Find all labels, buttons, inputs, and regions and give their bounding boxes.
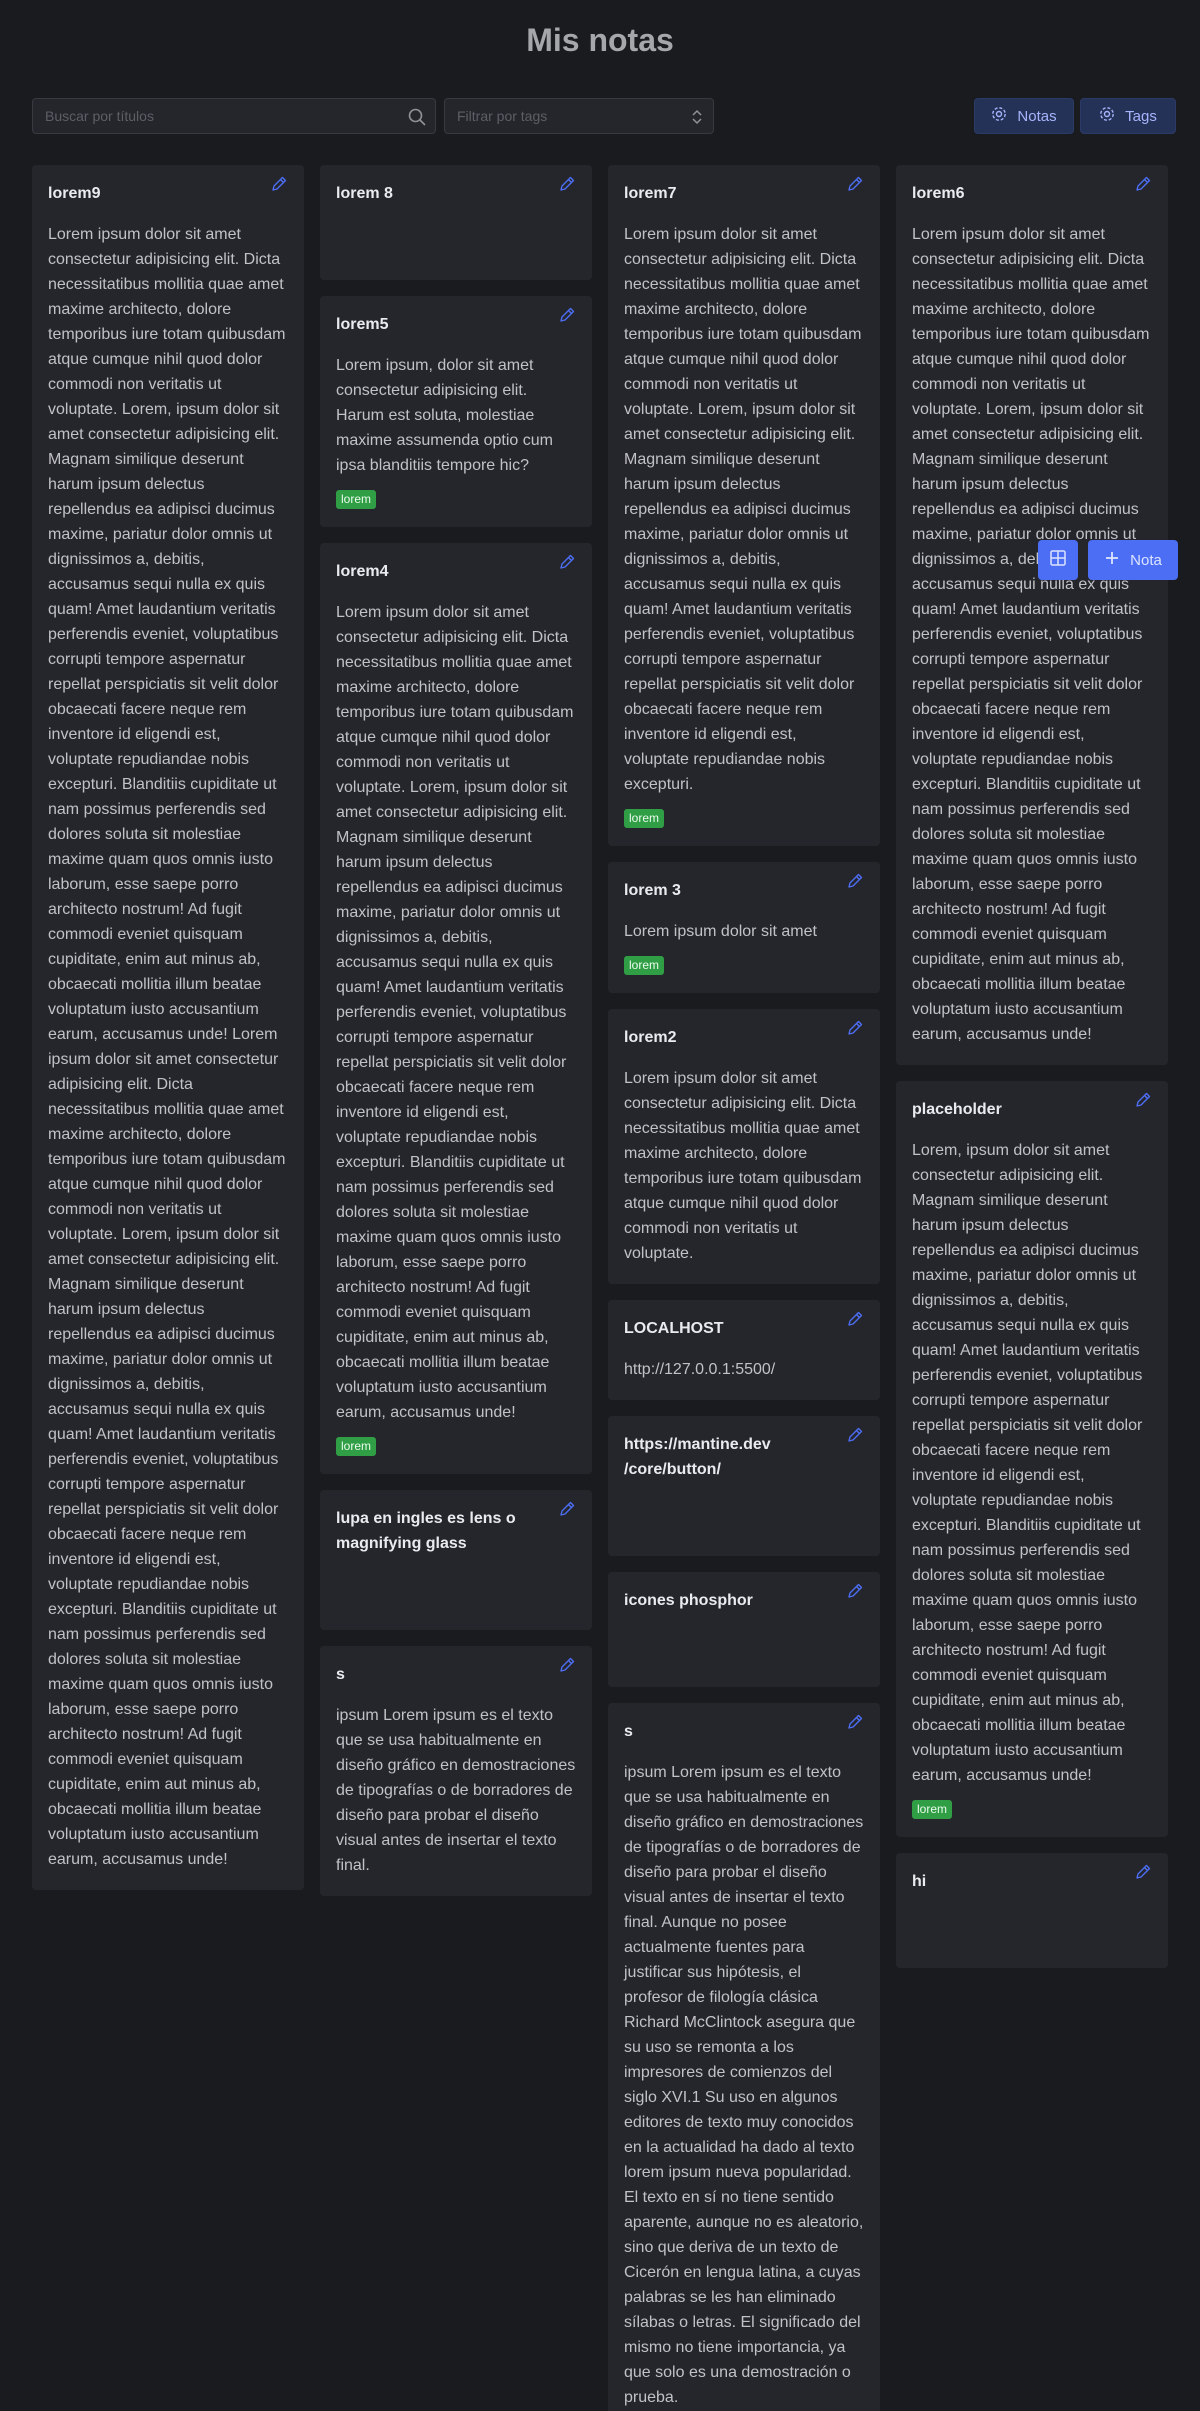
- note-card[interactable]: LOCALHOST http://127.0.0.1:5500/: [608, 1300, 880, 1400]
- edit-pencil-icon[interactable]: [558, 553, 580, 575]
- note-title: LOCALHOST: [624, 1320, 724, 1337]
- note-body: Lorem ipsum dolor sit amet: [624, 923, 817, 940]
- note-body: ipsum Lorem ipsum es el texto que se usa…: [336, 1707, 576, 1874]
- selector-icon: [691, 108, 703, 131]
- note-card[interactable]: lorem9 Lorem ipsum dolor sit amet consect…: [32, 165, 304, 1890]
- note-card[interactable]: lorem6 Lorem ipsum dolor sit amet consect…: [896, 165, 1168, 1065]
- notes-button[interactable]: Notas: [974, 98, 1074, 134]
- toolbar: Notas Tags: [32, 98, 1176, 134]
- tags-button[interactable]: Tags: [1080, 98, 1176, 134]
- plus-icon: [1104, 550, 1120, 570]
- note-body: ipsum Lorem ipsum es el texto que se usa…: [624, 1764, 864, 2406]
- tag-badge[interactable]: lorem: [624, 956, 665, 975]
- notes-column: lorem6 Lorem ipsum dolor sit amet consect…: [896, 165, 1168, 1984]
- edit-pencil-icon[interactable]: [1134, 1863, 1156, 1885]
- edit-pencil-icon[interactable]: [1134, 175, 1156, 197]
- edit-pencil-icon[interactable]: [558, 306, 580, 328]
- note-body: Lorem, ipsum dolor sit amet consectetur …: [912, 1142, 1143, 1784]
- search-icon[interactable]: [407, 107, 427, 132]
- note-title: lorem2: [624, 1029, 677, 1046]
- note-title: https://mantine.dev /core/button/: [624, 1436, 771, 1478]
- note-title: lorem 8: [336, 185, 393, 202]
- grid-icon: [1049, 549, 1067, 572]
- edit-pencil-icon[interactable]: [846, 1713, 868, 1735]
- note-title: lorem5: [336, 316, 389, 333]
- note-title: s: [624, 1723, 633, 1740]
- note-body: Lorem ipsum dolor sit amet consectetur a…: [48, 226, 286, 1868]
- note-body: Lorem ipsum dolor sit amet consectetur a…: [336, 604, 574, 1421]
- tag-filter-input[interactable]: [457, 99, 677, 133]
- note-card[interactable]: s ipsum Lorem ipsum es el texto que se us…: [320, 1646, 592, 1896]
- note-body: [336, 1572, 576, 1612]
- note-body: [624, 1629, 864, 1669]
- edit-pencil-icon[interactable]: [558, 175, 580, 197]
- page-title: Mis notas: [526, 22, 674, 58]
- gear-icon: [1099, 106, 1115, 126]
- note-title: icones phosphor: [624, 1592, 753, 1609]
- note-title: s: [336, 1666, 345, 1683]
- note-card[interactable]: lorem7 Lorem ipsum dolor sit amet consect…: [608, 165, 880, 846]
- note-card[interactable]: s ipsum Lorem ipsum es el texto que se us…: [608, 1703, 880, 2411]
- note-body: Lorem ipsum dolor sit amet consectetur a…: [624, 1070, 862, 1262]
- search-input[interactable]: [45, 99, 385, 133]
- edit-pencil-icon[interactable]: [558, 1656, 580, 1678]
- layout-toggle-button[interactable]: [1038, 540, 1078, 580]
- edit-pencil-icon[interactable]: [846, 1582, 868, 1604]
- tag-badge[interactable]: lorem: [624, 809, 665, 828]
- notes-column: lorem7 Lorem ipsum dolor sit amet consect…: [608, 165, 880, 2411]
- note-title: lorem6: [912, 185, 965, 202]
- tag-badge[interactable]: lorem: [336, 1437, 377, 1456]
- note-card[interactable]: hi: [896, 1853, 1168, 1968]
- note-body: Lorem ipsum dolor sit amet consectetur a…: [912, 226, 1150, 1043]
- note-title: lorem7: [624, 185, 677, 202]
- note-body: Lorem ipsum, dolor sit amet consectetur …: [336, 357, 553, 474]
- edit-pencil-icon[interactable]: [846, 175, 868, 197]
- edit-pencil-icon[interactable]: [558, 1500, 580, 1522]
- edit-pencil-icon[interactable]: [846, 1426, 868, 1448]
- new-note-button[interactable]: Nota: [1088, 540, 1178, 580]
- note-body: http://127.0.0.1:5500/: [624, 1361, 776, 1378]
- tags-button-label: Tags: [1125, 107, 1157, 125]
- note-card[interactable]: lorem2 Lorem ipsum dolor sit amet consect…: [608, 1009, 880, 1284]
- note-title: lorem4: [336, 563, 389, 580]
- notes-column: lorem 8 lorem5 Lorem ipsum, dolor sit amet…: [320, 165, 592, 1912]
- note-card[interactable]: lorem 8: [320, 165, 592, 280]
- edit-pencil-icon[interactable]: [1134, 1091, 1156, 1113]
- tag-badge[interactable]: lorem: [912, 1800, 953, 1819]
- edit-pencil-icon[interactable]: [846, 872, 868, 894]
- note-card[interactable]: https://mantine.dev /core/button/: [608, 1416, 880, 1556]
- note-body: Lorem ipsum dolor sit amet consectetur a…: [624, 226, 862, 793]
- note-body: [912, 1910, 1152, 1950]
- note-card[interactable]: lupa en ingles es lens o magnifying glas…: [320, 1490, 592, 1630]
- edit-pencil-icon[interactable]: [270, 175, 292, 197]
- note-title: hi: [912, 1873, 927, 1890]
- note-card[interactable]: icones phosphor: [608, 1572, 880, 1687]
- edit-pencil-icon[interactable]: [846, 1310, 868, 1332]
- tag-badge[interactable]: lorem: [336, 490, 377, 509]
- gear-icon: [991, 106, 1007, 126]
- note-card[interactable]: lorem4 Lorem ipsum dolor sit amet consect…: [320, 543, 592, 1474]
- tag-filter[interactable]: [444, 98, 714, 134]
- note-body: [624, 1498, 864, 1538]
- note-card[interactable]: placeholder Lorem, ipsum dolor sit amet c…: [896, 1081, 1168, 1837]
- note-title: lupa en ingles es lens o magnifying glas…: [336, 1510, 516, 1552]
- note-title: placeholder: [912, 1101, 1002, 1118]
- search-box: [32, 98, 436, 134]
- note-card[interactable]: lorem 3 Lorem ipsum dolor sit amet lorem: [608, 862, 880, 993]
- notes-column: lorem9 Lorem ipsum dolor sit amet consect…: [32, 165, 304, 1906]
- edit-pencil-icon[interactable]: [846, 1019, 868, 1041]
- note-title: lorem 3: [624, 882, 681, 899]
- note-card[interactable]: lorem5 Lorem ipsum, dolor sit amet consec…: [320, 296, 592, 527]
- note-body: [336, 222, 576, 262]
- notes-button-label: Notas: [1017, 107, 1057, 125]
- note-title: lorem9: [48, 185, 101, 202]
- new-note-label: Nota: [1130, 551, 1162, 569]
